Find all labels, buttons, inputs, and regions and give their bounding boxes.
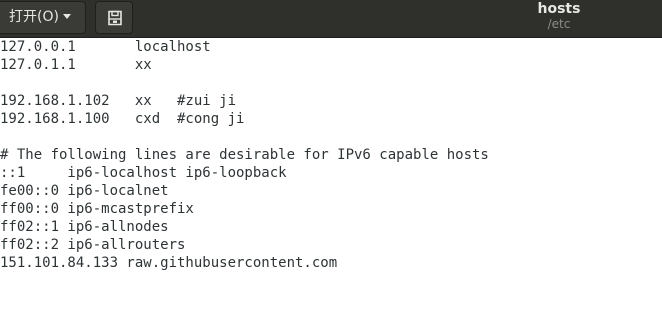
window-subtitle: /etc: [547, 17, 571, 31]
editor-line: # The following lines are desirable for …: [0, 147, 489, 163]
window-title: hosts: [537, 1, 581, 17]
open-button[interactable]: 打开(O): [0, 1, 86, 34]
editor-line: 127.0.0.1 localhost: [0, 39, 211, 55]
editor-line: ff02::2 ip6-allrouters: [0, 237, 186, 253]
text-editor-window: 打开(O) hosts /etc 127.0.0.1 localhost 127…: [0, 0, 662, 323]
editor-line: 192.168.1.100 cxd #cong ji: [0, 111, 245, 127]
save-to-disk-icon: [108, 10, 122, 26]
editor-line: 151.101.84.133 raw.githubusercontent.com: [0, 255, 338, 271]
editor-line: ff02::1 ip6-allnodes: [0, 219, 169, 235]
editor-line: 127.0.1.1 xx: [0, 57, 152, 73]
save-button[interactable]: [95, 1, 133, 34]
chevron-down-icon: [62, 13, 71, 19]
text-editor-area[interactable]: 127.0.0.1 localhost 127.0.1.1 xx 192.168…: [0, 38, 662, 323]
header-bar: 打开(O) hosts /etc: [0, 0, 662, 38]
editor-line: ff00::0 ip6-mcastprefix: [0, 201, 194, 217]
editor-line: ::1 ip6-localhost ip6-loopback: [0, 165, 287, 181]
editor-line: 192.168.1.102 xx #zui ji: [0, 93, 237, 109]
editor-line: fe00::0 ip6-localnet: [0, 183, 169, 199]
open-button-label: 打开(O): [9, 9, 59, 25]
